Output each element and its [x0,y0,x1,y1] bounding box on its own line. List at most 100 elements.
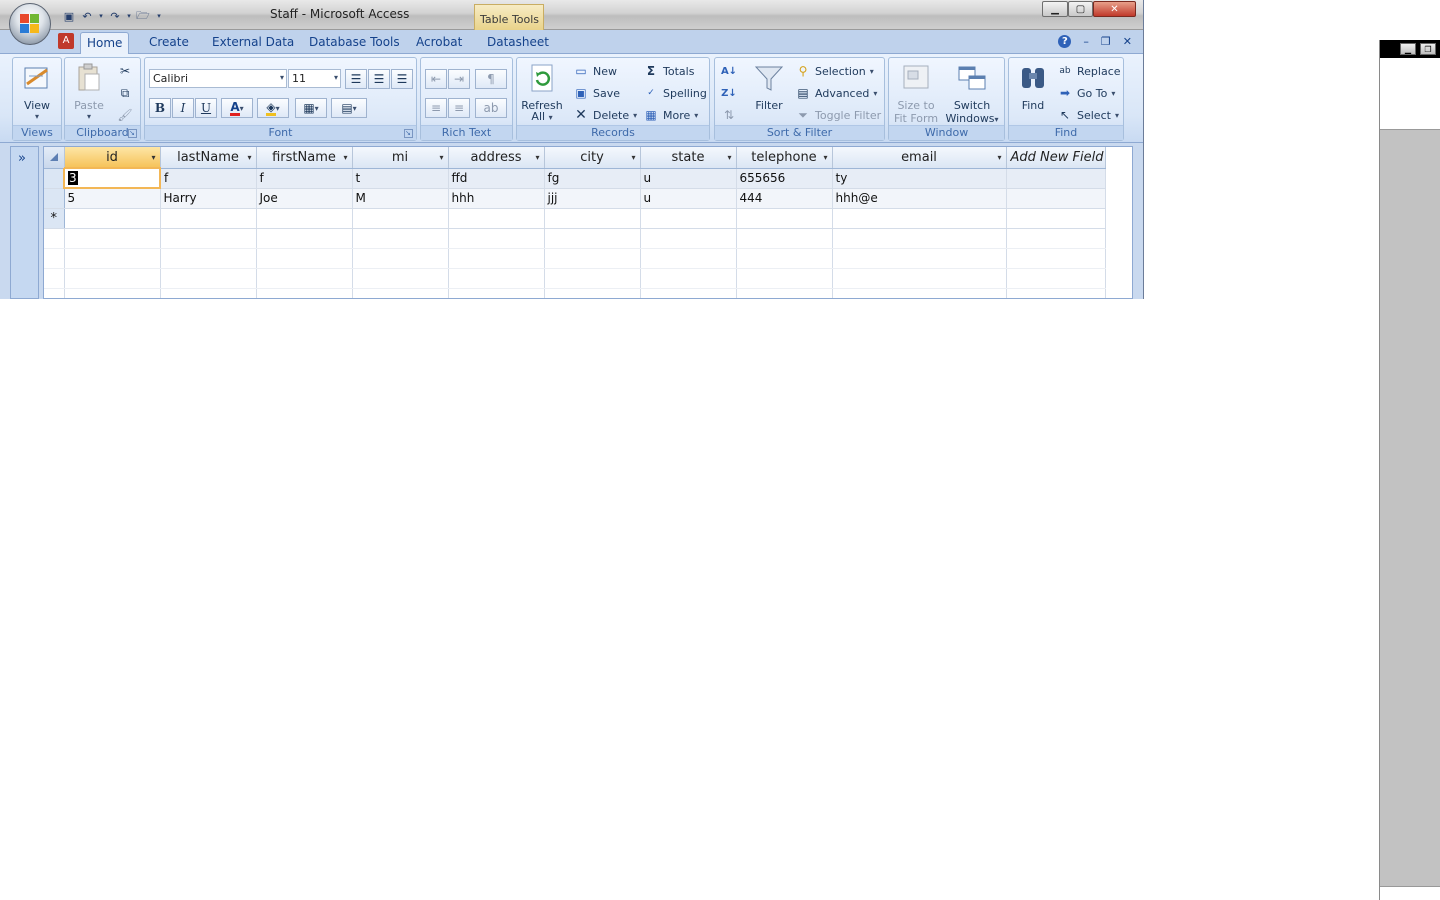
tab-external-data[interactable]: External Data [206,34,300,54]
totals-button[interactable]: Σ Totals [643,62,695,80]
tab-database-tools[interactable]: Database Tools [303,34,406,54]
italic-button[interactable]: I [172,98,194,118]
chevron-down-icon[interactable]: ▾ [247,153,251,162]
tab-datasheet[interactable]: Datasheet [481,34,555,54]
spelling-button[interactable]: ✓ Spelling [643,84,707,102]
paragraph-direction-button[interactable]: ¶ [475,69,507,89]
help-icon[interactable]: ? [1058,35,1072,48]
undo-dropdown-icon[interactable]: ▾ [96,8,106,24]
cell-firstname[interactable]: Joe [256,188,353,209]
add-new-field-header[interactable]: Add New Field [1006,147,1106,169]
save-record-button[interactable]: ▣ Save [573,84,620,102]
column-header-id[interactable]: id ▾ [64,147,161,169]
chevron-down-icon[interactable]: ▾ [343,153,347,162]
size-to-fit-form-button[interactable]: Size to Fit Form [891,62,941,125]
new-record-marker[interactable]: * [44,208,65,229]
paste-button[interactable]: Paste ▾ [71,62,107,121]
open-icon[interactable]: 🗁 [134,8,152,24]
new-cell[interactable] [1006,208,1106,229]
fill-color-button[interactable]: ◈ ▾ [257,98,289,118]
restore-icon[interactable]: ❐ [1420,43,1436,55]
cut-button[interactable]: ✂ [117,62,133,80]
chevron-down-icon[interactable]: ▾ [823,153,827,162]
clipboard-launcher-icon[interactable]: ↘ [128,129,137,138]
customize-icon[interactable]: ▾ [152,8,166,24]
cell-city[interactable]: jjj [544,188,641,209]
cell-city[interactable]: fg [544,168,641,189]
new-cell[interactable] [256,208,353,229]
cell-firstname[interactable]: f [256,168,353,189]
numbered-list-button[interactable]: ≡ [425,98,447,118]
column-header-telephone[interactable]: telephone ▾ [736,147,833,169]
new-record-button[interactable]: ▭ New [573,62,617,80]
tab-home[interactable]: Home [80,32,130,55]
column-header-city[interactable]: city ▾ [544,147,641,169]
cell-address[interactable]: ffd [448,168,545,189]
record-selector[interactable] [44,188,65,209]
column-header-mi[interactable]: mi ▾ [352,147,449,169]
align-left-button[interactable]: ☰ [345,69,367,89]
chevron-down-icon[interactable]: ▾ [997,153,1001,162]
gridlines-button[interactable]: ▦ ▾ [295,98,327,118]
alternate-fill-button[interactable]: ▤ ▾ [331,98,367,118]
tab-acrobat[interactable]: Acrobat [410,34,468,54]
chevron-down-icon[interactable]: ▾ [535,153,539,162]
sort-descending-button[interactable]: Z↓ [721,84,737,102]
cell-id[interactable]: 5 [64,188,161,209]
new-cell[interactable] [160,208,257,229]
new-cell[interactable] [832,208,1007,229]
more-button[interactable]: ▦ More ▾ [643,106,698,124]
font-name-combo[interactable]: Calibri ▾ [149,69,287,88]
column-header-firstname[interactable]: firstName ▾ [256,147,353,169]
cell-mi[interactable]: M [352,188,449,209]
redo-icon[interactable]: ↷ [106,8,124,24]
column-header-state[interactable]: state ▾ [640,147,737,169]
underline-button[interactable]: U [195,98,217,118]
minimize-button[interactable]: ▁ [1042,1,1068,17]
cell-add-new-field[interactable] [1006,168,1106,189]
new-cell[interactable] [448,208,545,229]
cell-mi[interactable]: t [352,168,449,189]
close-button[interactable]: ✕ [1093,1,1136,17]
select-button[interactable]: ↖ Select ▾ [1057,106,1119,124]
align-center-button[interactable]: ☰ [368,69,390,89]
cell-lastname[interactable]: f [160,168,257,189]
view-button[interactable]: View ▾ [17,62,57,121]
font-size-combo[interactable]: 11 ▾ [288,69,341,88]
increase-indent-button[interactable]: ⇥ [448,69,470,89]
cell-address[interactable]: hhh [448,188,545,209]
undo-icon[interactable]: ↶ [78,8,96,24]
minimize-icon[interactable]: ▁ [1400,43,1416,55]
new-cell[interactable] [64,208,161,229]
new-cell[interactable] [736,208,833,229]
cell-telephone[interactable]: 655656 [736,168,833,189]
record-selector[interactable] [44,168,65,189]
mdi-minimize-icon[interactable]: – [1083,35,1089,48]
clear-sort-button[interactable]: ⇅ [721,106,737,124]
redo-dropdown-icon[interactable]: ▾ [124,8,134,24]
column-header-lastname[interactable]: lastName ▾ [160,147,257,169]
expand-chevron-icon[interactable]: » [18,151,26,166]
goto-button[interactable]: ➡ Go To ▾ [1057,84,1115,102]
bold-button[interactable]: B [149,98,171,118]
cell-email[interactable]: hhh@e [832,188,1007,209]
delete-record-button[interactable]: ✕ Delete ▾ [573,106,637,124]
mdi-restore-icon[interactable]: ❐ [1101,35,1111,48]
sort-ascending-button[interactable]: A↓ [721,62,737,80]
cell-state[interactable]: u [640,188,737,209]
advanced-button[interactable]: ▤ Advanced ▾ [795,84,877,102]
chevron-down-icon[interactable]: ▾ [727,153,731,162]
chevron-down-icon[interactable]: ▾ [439,153,443,162]
new-cell[interactable] [544,208,641,229]
new-cell[interactable] [640,208,737,229]
decrease-indent-button[interactable]: ⇤ [425,69,447,89]
highlight-button[interactable]: ab [475,98,507,118]
align-right-button[interactable]: ☰ [391,69,413,89]
filter-button[interactable]: Filter [749,62,789,112]
background-window[interactable]: ▁ ❐ [1379,40,1440,900]
replace-button[interactable]: ab Replace [1057,62,1120,80]
new-cell[interactable] [352,208,449,229]
bullet-list-button[interactable]: ≡ [448,98,470,118]
navigation-pane-collapsed[interactable]: » [10,146,39,299]
font-launcher-icon[interactable]: ↘ [404,129,413,138]
